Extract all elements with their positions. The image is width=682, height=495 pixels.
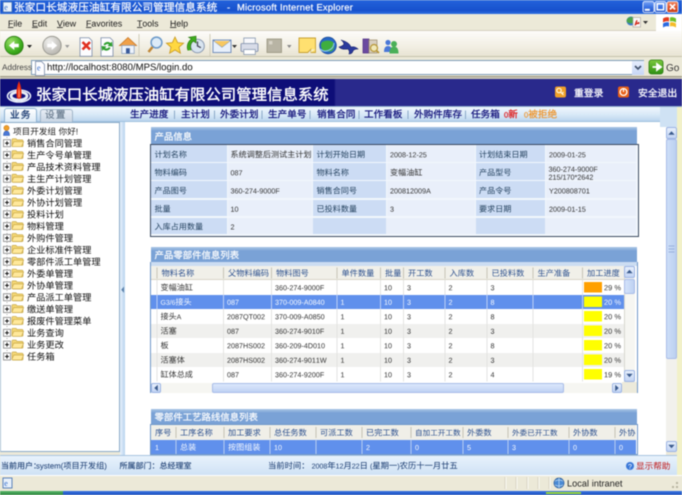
svg-text:e: e bbox=[4, 3, 8, 12]
svg-text:e: e bbox=[37, 64, 41, 73]
svg-text:?: ? bbox=[628, 464, 632, 471]
svg-text:e: e bbox=[4, 479, 8, 488]
